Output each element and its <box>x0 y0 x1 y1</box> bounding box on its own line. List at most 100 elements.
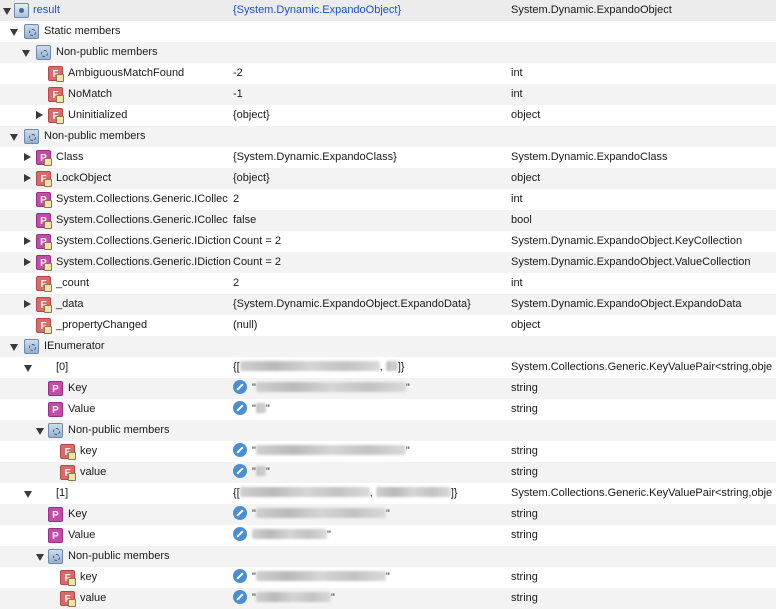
row-value[interactable]: -1 <box>233 84 508 105</box>
row-type <box>511 420 776 441</box>
row-name: Non-public members <box>68 550 170 562</box>
expand-arrow-icon[interactable] <box>3 8 11 15</box>
row-value[interactable]: " " <box>233 378 508 399</box>
edit-pencil-icon[interactable] <box>233 443 247 458</box>
tree-row-key[interactable]: P Key " " string <box>0 378 776 399</box>
property-lock-icon: P <box>36 234 52 250</box>
edit-pencil-icon[interactable] <box>233 464 247 479</box>
expand-arrow-icon[interactable] <box>10 134 18 141</box>
row-value[interactable]: " <box>233 525 508 546</box>
expand-arrow-icon[interactable] <box>36 428 44 435</box>
tree-row-icollection-count[interactable]: P System.Collections.Generic.ICollec 2 i… <box>0 189 776 210</box>
row-name: System.Collections.Generic.ICollec <box>56 193 228 205</box>
edit-pencil-icon[interactable] <box>233 527 247 542</box>
tree-row-count[interactable]: F _count 2 int <box>0 273 776 294</box>
row-type: int <box>511 193 523 205</box>
row-value[interactable]: 2 <box>233 189 508 210</box>
row-value[interactable]: " " <box>233 588 508 609</box>
row-value[interactable]: " " <box>233 567 508 588</box>
collapse-arrow-icon[interactable] <box>24 174 31 182</box>
group-icon <box>36 45 51 60</box>
expand-arrow-icon[interactable] <box>24 365 32 372</box>
tree-row-item-1[interactable]: [1] {[, ]} System.Collections.Generic.Ke… <box>0 483 776 504</box>
collapse-arrow-icon[interactable] <box>24 300 31 308</box>
tree-row-nomatch[interactable]: F NoMatch -1 int <box>0 84 776 105</box>
property-lock-icon: P <box>36 150 52 166</box>
row-name: System.Collections.Generic.IDiction <box>56 235 231 247</box>
row-value[interactable]: {System.Dynamic.ExpandoObject.ExpandoDat… <box>233 294 508 315</box>
expand-arrow-icon[interactable] <box>10 344 18 351</box>
edit-pencil-icon[interactable] <box>233 569 247 584</box>
tree-row-key[interactable]: P Key " " string <box>0 504 776 525</box>
row-value[interactable]: 2 <box>233 273 508 294</box>
tree-row-ienumerator[interactable]: IEnumerator <box>0 336 776 357</box>
row-name: _count <box>56 277 90 289</box>
tree-row-non-public-members[interactable]: Non-public members <box>0 42 776 63</box>
tree-row-lockobject[interactable]: F LockObject {object} object <box>0 168 776 189</box>
tree-row-class[interactable]: P Class {System.Dynamic.ExpandoClass} Sy… <box>0 147 776 168</box>
tree-row-data[interactable]: F _data {System.Dynamic.ExpandoObject.Ex… <box>0 294 776 315</box>
row-value <box>233 546 508 567</box>
tree-row-item-0[interactable]: [0] {[, ]} System.Collections.Generic.Ke… <box>0 357 776 378</box>
collapse-arrow-icon[interactable] <box>24 258 31 266</box>
row-type: System.Dynamic.ExpandoObject.ExpandoData <box>511 298 742 310</box>
tree-row-key-field[interactable]: F key " " string <box>0 567 776 588</box>
row-name: Static members <box>44 25 121 37</box>
row-value[interactable]: false <box>233 210 508 231</box>
edit-pencil-icon[interactable] <box>233 506 247 521</box>
expand-arrow-icon[interactable] <box>36 554 44 561</box>
tree-row-uninitialized[interactable]: F Uninitialized {object} object <box>0 105 776 126</box>
row-value[interactable]: {[, ]} <box>233 357 508 378</box>
row-type: string <box>511 571 538 583</box>
row-value[interactable]: {System.Dynamic.ExpandoClass} <box>233 147 508 168</box>
row-value[interactable]: " " <box>233 504 508 525</box>
edit-pencil-icon[interactable] <box>233 590 247 605</box>
row-value[interactable]: " " <box>233 462 508 483</box>
row-name: Non-public members <box>44 130 146 142</box>
expand-arrow-icon[interactable] <box>22 50 30 57</box>
row-value[interactable]: {System.Dynamic.ExpandoObject} <box>233 0 508 21</box>
redacted-value <box>255 382 406 393</box>
property-icon: P <box>48 381 63 396</box>
row-value[interactable]: {object} <box>233 168 508 189</box>
tree-row-value-field[interactable]: F value " " string <box>0 462 776 483</box>
row-value[interactable]: (null) <box>233 315 508 336</box>
edit-pencil-icon[interactable] <box>233 380 247 395</box>
group-icon <box>48 549 63 564</box>
tree-row-value[interactable]: P Value " " string <box>0 399 776 420</box>
tree-row-idictionary-values[interactable]: P System.Collections.Generic.IDiction Co… <box>0 252 776 273</box>
tree-row-icollection-isreadonly[interactable]: P System.Collections.Generic.ICollec fal… <box>0 210 776 231</box>
tree-row-static-members[interactable]: Static members <box>0 21 776 42</box>
row-name: AmbiguousMatchFound <box>68 67 185 79</box>
tree-row-idictionary-keys[interactable]: P System.Collections.Generic.IDiction Co… <box>0 231 776 252</box>
collapse-arrow-icon[interactable] <box>24 153 31 161</box>
row-name: result <box>33 4 60 16</box>
edit-pencil-icon[interactable] <box>233 401 247 416</box>
tree-row-ambiguousmatchfound[interactable]: F AmbiguousMatchFound -2 int <box>0 63 776 84</box>
tree-row-non-public-members[interactable]: Non-public members <box>0 126 776 147</box>
redacted-value <box>255 403 266 414</box>
collapse-arrow-icon[interactable] <box>24 237 31 245</box>
row-value[interactable]: -2 <box>233 63 508 84</box>
tree-row-value[interactable]: P Value " string <box>0 525 776 546</box>
tree-row-non-public-members[interactable]: Non-public members <box>0 546 776 567</box>
field-lock-icon: F <box>36 171 52 187</box>
row-value[interactable]: Count = 2 <box>233 231 508 252</box>
row-value[interactable]: {object} <box>233 105 508 126</box>
tree-row-value-field[interactable]: F value " " string <box>0 588 776 609</box>
row-value[interactable]: " " <box>233 441 508 462</box>
redacted-value <box>375 487 451 498</box>
row-type: System.Collections.Generic.KeyValuePair<… <box>511 361 773 373</box>
row-type: int <box>511 67 523 79</box>
tree-row-result[interactable]: result {System.Dynamic.ExpandoObject} Sy… <box>0 0 776 21</box>
row-value[interactable]: " " <box>233 399 508 420</box>
expand-arrow-icon[interactable] <box>24 491 32 498</box>
collapse-arrow-icon[interactable] <box>36 111 43 119</box>
expand-arrow-icon[interactable] <box>10 29 18 36</box>
field-lock-icon: F <box>48 66 64 82</box>
tree-row-key-field[interactable]: F key " " string <box>0 441 776 462</box>
row-value[interactable]: {[, ]} <box>233 483 508 504</box>
row-value[interactable]: Count = 2 <box>233 252 508 273</box>
tree-row-propertychanged[interactable]: F _propertyChanged (null) object <box>0 315 776 336</box>
tree-row-non-public-members[interactable]: Non-public members <box>0 420 776 441</box>
